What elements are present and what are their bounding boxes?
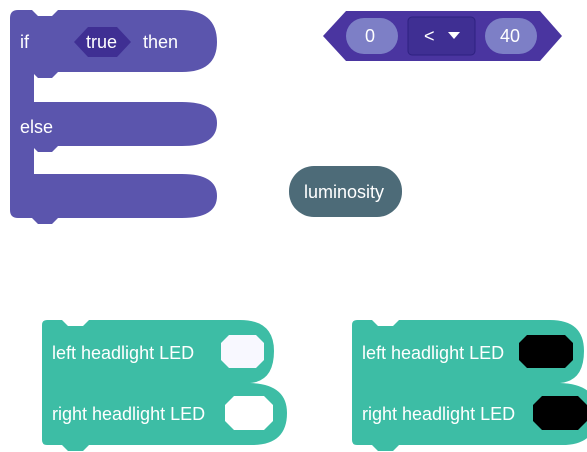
left-headlight-label: left headlight LED	[52, 343, 195, 363]
right-headlight-label: right headlight LED	[362, 404, 516, 424]
right-value[interactable]: 40	[500, 26, 520, 46]
led-block-right[interactable]	[352, 320, 587, 451]
if-label: if	[20, 32, 29, 52]
led-indicator-left-headlight[interactable]	[221, 335, 264, 368]
led-indicator-left-headlight[interactable]	[519, 335, 573, 368]
operator-dropdown[interactable]	[407, 16, 476, 56]
workspace-canvas	[10, 10, 587, 451]
left-headlight-label: left headlight LED	[362, 343, 505, 363]
else-label: else	[20, 117, 54, 137]
led-indicator-right-headlight[interactable]	[225, 396, 273, 430]
compare-block[interactable]	[323, 11, 562, 61]
operator-value[interactable]: <	[424, 26, 435, 46]
right-headlight-label: right headlight LED	[52, 404, 206, 424]
led-block-left[interactable]	[42, 320, 287, 451]
luminosity-label: luminosity	[304, 182, 385, 202]
led-indicator-right-headlight[interactable]	[533, 396, 587, 430]
left-value[interactable]: 0	[365, 26, 375, 46]
then-label: then	[143, 32, 179, 52]
condition-value[interactable]: true	[86, 32, 117, 52]
